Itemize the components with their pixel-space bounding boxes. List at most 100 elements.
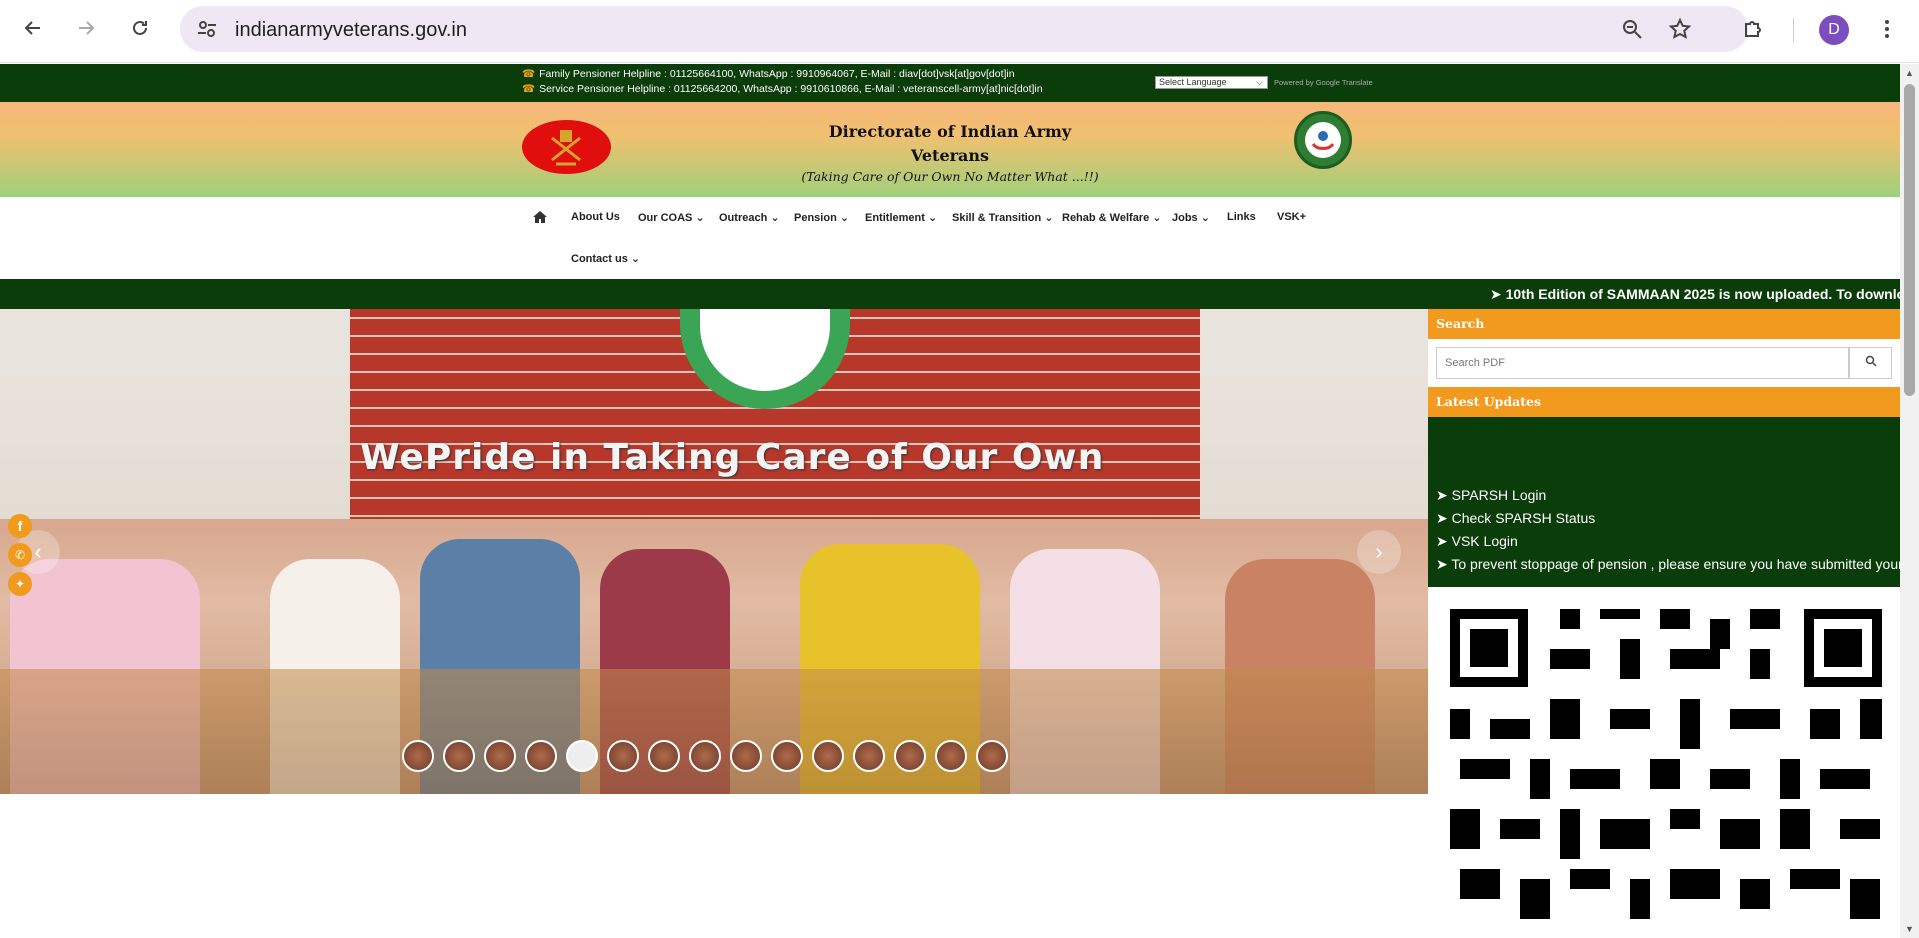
update-item[interactable]: ➤ VSK Login <box>1436 533 1518 550</box>
site-info-icon[interactable] <box>196 18 218 40</box>
back-button[interactable] <box>15 10 51 46</box>
site-title: Directorate of Indian Army Veterans <box>790 120 1110 168</box>
toolbar-divider <box>1793 18 1794 42</box>
slider-thumbnail[interactable] <box>935 740 967 772</box>
puzzle-icon[interactable] <box>1741 17 1765 41</box>
nav-about-us[interactable]: About Us <box>571 211 620 223</box>
wall-slogan: WePride in Taking Care of Our Own <box>360 437 1105 478</box>
wall-logo-inner <box>700 309 830 391</box>
slider-thumbnail[interactable] <box>689 740 721 772</box>
chevron-right-icon: › <box>1375 539 1383 564</box>
nav-skill-transition[interactable]: Skill & Transition ⌄ <box>952 211 1054 224</box>
veterans-logo[interactable] <box>1294 111 1352 169</box>
qr-code-image <box>1450 609 1882 919</box>
nav-pension[interactable]: Pension ⌄ <box>794 211 849 224</box>
family-helpline-text: Family Pensioner Helpline : 01125664100,… <box>539 68 1015 80</box>
news-ticker: ➤ 10th Edition of SAMMAAN 2025 is now up… <box>0 279 1900 309</box>
address-bar[interactable]: indianarmyveterans.gov.in <box>180 6 1748 52</box>
nav-rehab-welfare-label: Rehab & Welfare <box>1062 212 1150 224</box>
chevron-down-icon: ⌄ <box>1200 212 1210 224</box>
star-icon[interactable] <box>1668 17 1692 41</box>
slider-thumbnail[interactable] <box>976 740 1008 772</box>
zoom-icon[interactable] <box>1620 17 1644 41</box>
arrow-left-icon <box>24 21 40 35</box>
slider-thumbnail[interactable] <box>484 740 516 772</box>
army-emblem-icon <box>551 130 581 166</box>
chevron-down-icon: ⌄ <box>770 212 780 224</box>
scroll-down-icon[interactable]: ▼ <box>1904 924 1915 934</box>
url-text[interactable]: indianarmyveterans.gov.in <box>235 19 467 42</box>
ticker-item[interactable]: ➤ 10th Edition of SAMMAAN 2025 is now up… <box>1490 286 1900 303</box>
search-button[interactable] <box>1849 347 1892 379</box>
arrow-right-icon: ➤ <box>1436 556 1452 572</box>
arrow-right-icon: ➤ <box>1490 286 1506 302</box>
slider-thumbnail[interactable] <box>402 740 434 772</box>
ticker-text: 10th Edition of SAMMAAN 2025 is now uplo… <box>1505 286 1900 302</box>
service-helpline: ☎ Service Pensioner Helpline : 0112566420… <box>522 83 1043 95</box>
slider-thumbnail[interactable] <box>607 740 639 772</box>
slider-thumbnail-active[interactable] <box>566 740 598 772</box>
nav-links[interactable]: Links <box>1227 211 1256 223</box>
chevron-down-icon: ⌄ <box>695 212 705 224</box>
nav-rehab-welfare[interactable]: Rehab & Welfare ⌄ <box>1062 211 1162 224</box>
nav-our-coas-label: Our COAS <box>638 212 693 224</box>
update-item[interactable]: ➤ To prevent stoppage of pension , pleas… <box>1436 556 1900 573</box>
slider-thumbnail[interactable] <box>894 740 926 772</box>
chevron-down-icon: ⌄ <box>839 212 850 224</box>
facebook-share-button[interactable]: f <box>8 514 32 538</box>
search-icon <box>1865 355 1877 367</box>
update-item[interactable]: ➤ SPARSH Login <box>1436 487 1546 504</box>
search-heading: Search <box>1428 309 1900 339</box>
arrow-right-icon: ➤ <box>1436 533 1452 549</box>
chevron-left-icon: ‹ <box>34 539 42 564</box>
nav-our-coas[interactable]: Our COAS ⌄ <box>638 211 705 224</box>
forward-button[interactable] <box>68 10 104 46</box>
chevron-down-icon: ⌄ <box>927 212 938 224</box>
nav-jobs[interactable]: Jobs ⌄ <box>1172 211 1210 224</box>
slider-thumbnail[interactable] <box>525 740 557 772</box>
phone-icon: ☎ <box>522 83 536 95</box>
nav-outreach-label: Outreach <box>719 212 768 224</box>
slider-thumbnail[interactable] <box>812 740 844 772</box>
search-input[interactable]: Search PDF <box>1436 347 1849 379</box>
update-label: Check SPARSH Status <box>1451 510 1596 526</box>
kebab-menu-icon[interactable] <box>1875 17 1899 41</box>
nav-outreach[interactable]: Outreach ⌄ <box>719 211 780 224</box>
slider-thumbnail[interactable] <box>443 740 475 772</box>
slider-next-button[interactable]: › <box>1357 530 1401 574</box>
reload-button[interactable] <box>122 10 158 46</box>
slider-thumbnail[interactable] <box>853 740 885 772</box>
whatsapp-share-button[interactable]: ✆ <box>8 543 32 567</box>
scroll-up-icon[interactable]: ▲ <box>1904 68 1915 78</box>
family-helpline: ☎ Family Pensioner Helpline : 01125664100… <box>522 68 1015 80</box>
nav-skill-transition-label: Skill & Transition <box>952 212 1042 224</box>
page-scrollbar[interactable]: ▲ ▼ <box>1900 64 1919 938</box>
scroll-thumb[interactable] <box>1904 84 1915 396</box>
right-sidebar: Search Search PDF Latest Updates ➤ SPARS… <box>1428 309 1900 938</box>
helpline-bar: ☎ Family Pensioner Helpline : 01125664100… <box>0 64 1900 102</box>
home-icon[interactable] <box>532 210 548 224</box>
nav-contact-us[interactable]: Contact us ⌄ <box>571 252 640 265</box>
slider-thumbnail[interactable] <box>771 740 803 772</box>
site-title-line1: Directorate of Indian Army <box>828 122 1072 141</box>
profile-avatar[interactable]: D <box>1819 15 1849 45</box>
slider-thumbnail[interactable] <box>648 740 680 772</box>
phone-icon: ☎ <box>522 68 536 80</box>
powered-by-google: Powered by Google Translate <box>1274 78 1373 87</box>
image-slider[interactable]: WePride in Taking Care of Our Own ‹ › <box>0 309 1428 794</box>
language-select-label: Select Language <box>1159 77 1227 87</box>
chevron-down-icon: ⌄ <box>1044 212 1054 224</box>
nav-entitlement-label: Entitlement <box>865 212 925 224</box>
army-emblem-logo[interactable] <box>522 120 611 174</box>
language-select[interactable]: Select Language ⌵ <box>1155 76 1268 89</box>
browser-toolbar: indianarmyveterans.gov.in D <box>0 0 1919 63</box>
chevron-down-icon: ⌄ <box>1152 212 1162 224</box>
arrow-right-icon <box>79 21 95 35</box>
arrow-right-icon: ➤ <box>1436 510 1452 526</box>
nav-pension-label: Pension <box>794 212 837 224</box>
slider-thumbnail[interactable] <box>730 740 762 772</box>
nav-vsk-plus[interactable]: VSK+ <box>1277 211 1306 223</box>
twitter-share-button[interactable]: ✦ <box>8 572 32 596</box>
update-item[interactable]: ➤ Check SPARSH Status <box>1436 510 1595 527</box>
nav-entitlement[interactable]: Entitlement ⌄ <box>865 211 937 224</box>
